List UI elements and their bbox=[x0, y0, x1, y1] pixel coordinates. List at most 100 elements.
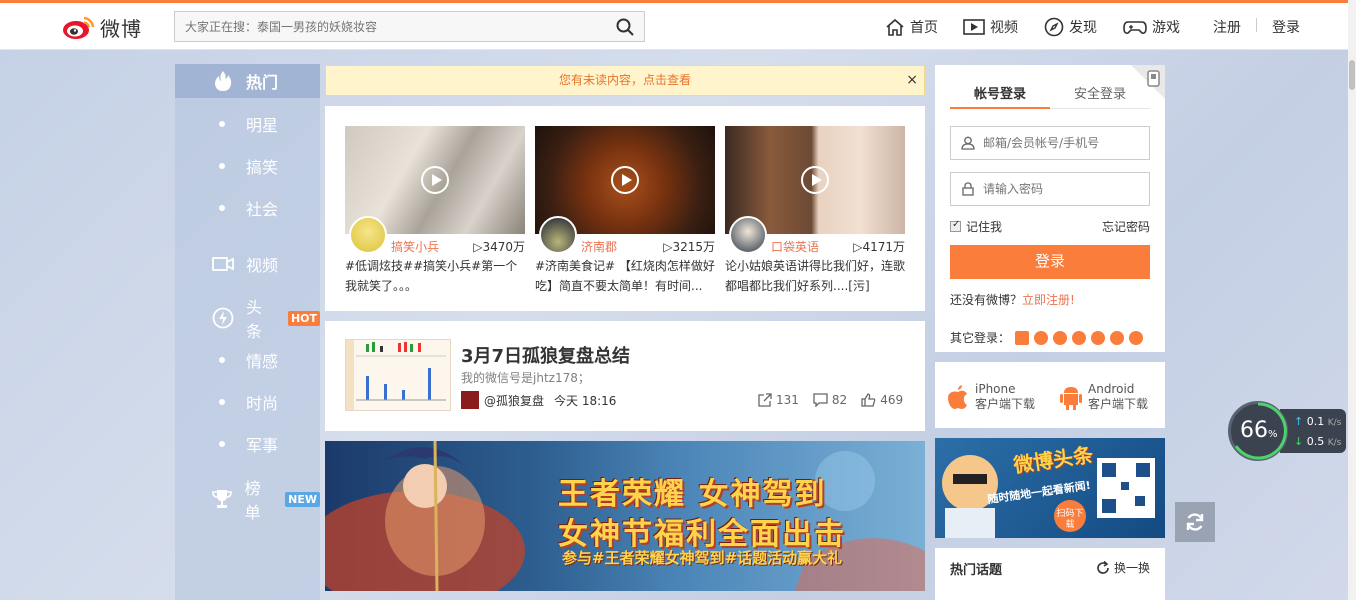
comment-count: 82 bbox=[831, 393, 848, 407]
renren-icon[interactable] bbox=[1072, 330, 1087, 345]
article-author[interactable]: @孤狼复盘 bbox=[484, 392, 544, 409]
sidebar-item-society[interactable]: 社会 bbox=[175, 191, 320, 225]
unicom-icon[interactable] bbox=[1091, 330, 1106, 345]
play-icon[interactable] bbox=[421, 166, 449, 194]
logo-text: 微博 bbox=[100, 16, 142, 41]
avatar[interactable] bbox=[349, 216, 387, 254]
video-item[interactable]: 搞笑小兵 ▷3470万 #低调炫技##搞笑小兵#第一个我就笑了。。。 http:… bbox=[345, 126, 525, 296]
android-label: Android bbox=[1088, 382, 1135, 396]
weibo-headlines-ad[interactable]: 微博头条 随时随地一起看新闻! 扫码下载 bbox=[935, 438, 1165, 538]
sidebar-item-stars[interactable]: 明星 bbox=[175, 107, 320, 141]
avatar[interactable] bbox=[729, 216, 767, 254]
sidebar-item-label: 情感 bbox=[246, 352, 279, 371]
video-item[interactable]: 济南郡 ▷3215万 #济南美食记# 【红烧肉怎样做好吃】简直不要太简单！有时间… bbox=[535, 126, 715, 296]
tab-account-login[interactable]: 帐号登录 bbox=[950, 83, 1050, 109]
bullet-dot bbox=[219, 399, 225, 405]
gamepad-icon bbox=[1123, 20, 1147, 34]
close-icon[interactable]: × bbox=[906, 66, 918, 95]
unread-notice-bar[interactable]: 您有未读内容，点击查看 × bbox=[325, 65, 925, 96]
banner-headline-1: 王者荣耀 女神驾到 bbox=[558, 477, 827, 512]
article-thumbnail[interactable] bbox=[345, 339, 451, 411]
avatar[interactable] bbox=[539, 216, 577, 254]
username-field[interactable] bbox=[950, 126, 1150, 160]
page-refresh-button[interactable] bbox=[1175, 502, 1215, 542]
video-description[interactable]: #济南美食记# 【红烧肉怎样做好吃】简直不要太简单！有时间... bbox=[535, 256, 715, 296]
other-login-row: 其它登录： bbox=[950, 329, 1144, 346]
share-icon bbox=[758, 393, 772, 407]
sidebar-item-hot[interactable]: 热门 bbox=[175, 64, 320, 98]
sidebar-item-label: 明星 bbox=[246, 116, 279, 135]
qq-icon[interactable] bbox=[1034, 330, 1049, 345]
share-button[interactable]: 131 bbox=[758, 393, 799, 407]
user-icon bbox=[961, 136, 975, 150]
sidebar-item-label: 军事 bbox=[246, 436, 279, 455]
sidebar-item-funny[interactable]: 搞笑 bbox=[175, 149, 320, 183]
download-value: 0.5 bbox=[1306, 435, 1325, 448]
sidebar-item-military[interactable]: 军事 bbox=[175, 427, 320, 461]
bullet-dot bbox=[219, 121, 225, 127]
password-input[interactable] bbox=[983, 182, 1143, 196]
video-author[interactable]: 搞笑小兵 bbox=[391, 238, 439, 255]
refresh-topics-button[interactable]: 换一换 bbox=[1096, 559, 1150, 576]
login-submit-button[interactable]: 登录 bbox=[950, 245, 1150, 279]
page-scrollbar[interactable] bbox=[1348, 0, 1356, 600]
login-panel: 帐号登录 安全登录 记住我 忘记密码 登录 还没有微博？立即注册! 其它登录： bbox=[935, 65, 1165, 352]
video-item[interactable]: 口袋英语 ▷4171万 论小姑娘英语讲得比我们好，连歌都唱都比我们好系列....… bbox=[725, 126, 905, 296]
video-author[interactable]: 口袋英语 bbox=[771, 238, 819, 255]
weibo-logo[interactable]: 微博 bbox=[62, 11, 162, 43]
play-icon[interactable] bbox=[801, 166, 829, 194]
nav-discover[interactable]: 发现 bbox=[1044, 3, 1097, 50]
hot-topics-panel: 热门话题 换一换 bbox=[935, 548, 1165, 600]
search-icon[interactable] bbox=[616, 18, 634, 36]
search-box[interactable] bbox=[174, 11, 645, 42]
sidebar-item-fashion[interactable]: 时尚 bbox=[175, 385, 320, 419]
chinamobile-icon[interactable] bbox=[1110, 330, 1125, 345]
sidebar-item-label: 时尚 bbox=[246, 394, 279, 413]
download-speed: ↓ 0.5 K/s bbox=[1294, 435, 1342, 448]
sidebar-item-emotion[interactable]: 情感 bbox=[175, 343, 320, 377]
video-description[interactable]: #低调炫技##搞笑小兵#第一个我就笑了。。。 http://t.cn/RqRYv… bbox=[345, 256, 525, 296]
video-author[interactable]: 济南郡 bbox=[581, 238, 617, 255]
sidebar-item-video[interactable]: 视频 bbox=[175, 247, 320, 281]
taobao-icon[interactable] bbox=[1015, 330, 1030, 345]
speed-panel: ↑ 0.1 K/s ↓ 0.5 K/s bbox=[1280, 409, 1346, 453]
other-login-label: 其它登录： bbox=[950, 331, 1011, 345]
scrollbar-thumb[interactable] bbox=[1349, 60, 1355, 90]
comment-button[interactable]: 82 bbox=[813, 393, 847, 407]
sidebar-item-headlines[interactable]: 头条 HOT bbox=[175, 298, 320, 341]
username-input[interactable] bbox=[983, 136, 1143, 150]
article-title[interactable]: 3月7日孤狼复盘总结 bbox=[461, 342, 630, 368]
nav-video[interactable]: 视频 bbox=[963, 3, 1018, 50]
refresh-icon bbox=[1097, 560, 1109, 574]
iphone-download-link[interactable]: iPhone 客户端下载 bbox=[947, 382, 1035, 412]
like-button[interactable]: 469 bbox=[861, 393, 903, 407]
article-stats: 131 82 469 bbox=[758, 393, 903, 407]
sidebar-item-label: 社会 bbox=[246, 200, 279, 219]
sidebar-item-rankings[interactable]: 榜单 NEW bbox=[175, 479, 320, 522]
game-banner-ad[interactable]: 王者荣耀 女神驾到 女神节福利全面出击 参与#王者荣耀女神驾到#话题活动赢大礼 bbox=[325, 441, 925, 591]
password-field[interactable] bbox=[950, 172, 1150, 206]
bullet-dot bbox=[219, 357, 225, 363]
video-description[interactable]: 论小姑娘英语讲得比我们好，连歌都唱都比我们好系列....[污] http:/..… bbox=[725, 256, 905, 296]
login-link[interactable]: 登录 bbox=[1272, 3, 1300, 50]
forgot-password-link[interactable]: 忘记密码 bbox=[1102, 218, 1150, 235]
register-now-link[interactable]: 立即注册! bbox=[1022, 293, 1075, 307]
refresh-icon bbox=[1186, 513, 1204, 531]
nav-games[interactable]: 游戏 bbox=[1123, 3, 1180, 50]
bullet-dot bbox=[219, 441, 225, 447]
remember-checkbox[interactable] bbox=[950, 219, 961, 232]
android-download-link[interactable]: Android 客户端下载 bbox=[1060, 382, 1148, 412]
tianyi-icon[interactable] bbox=[1053, 330, 1068, 345]
iphone-sublabel: 客户端下载 bbox=[975, 397, 1036, 411]
remember-me[interactable]: 记住我 bbox=[950, 218, 1002, 235]
tab-secure-login[interactable]: 安全登录 bbox=[1050, 83, 1150, 102]
app-download-panel: iPhone 客户端下载 Android 客户端下载 bbox=[935, 362, 1165, 428]
nav-home[interactable]: 首页 bbox=[885, 3, 938, 50]
home-icon bbox=[886, 18, 904, 36]
play-icon[interactable] bbox=[611, 166, 639, 194]
register-link[interactable]: 注册 bbox=[1213, 3, 1241, 50]
search-input[interactable] bbox=[175, 12, 595, 41]
avatar[interactable] bbox=[461, 391, 479, 409]
network-speed-widget[interactable]: ↑ 0.1 K/s ↓ 0.5 K/s 66% bbox=[1228, 401, 1346, 461]
baidu-icon[interactable] bbox=[1129, 330, 1144, 345]
